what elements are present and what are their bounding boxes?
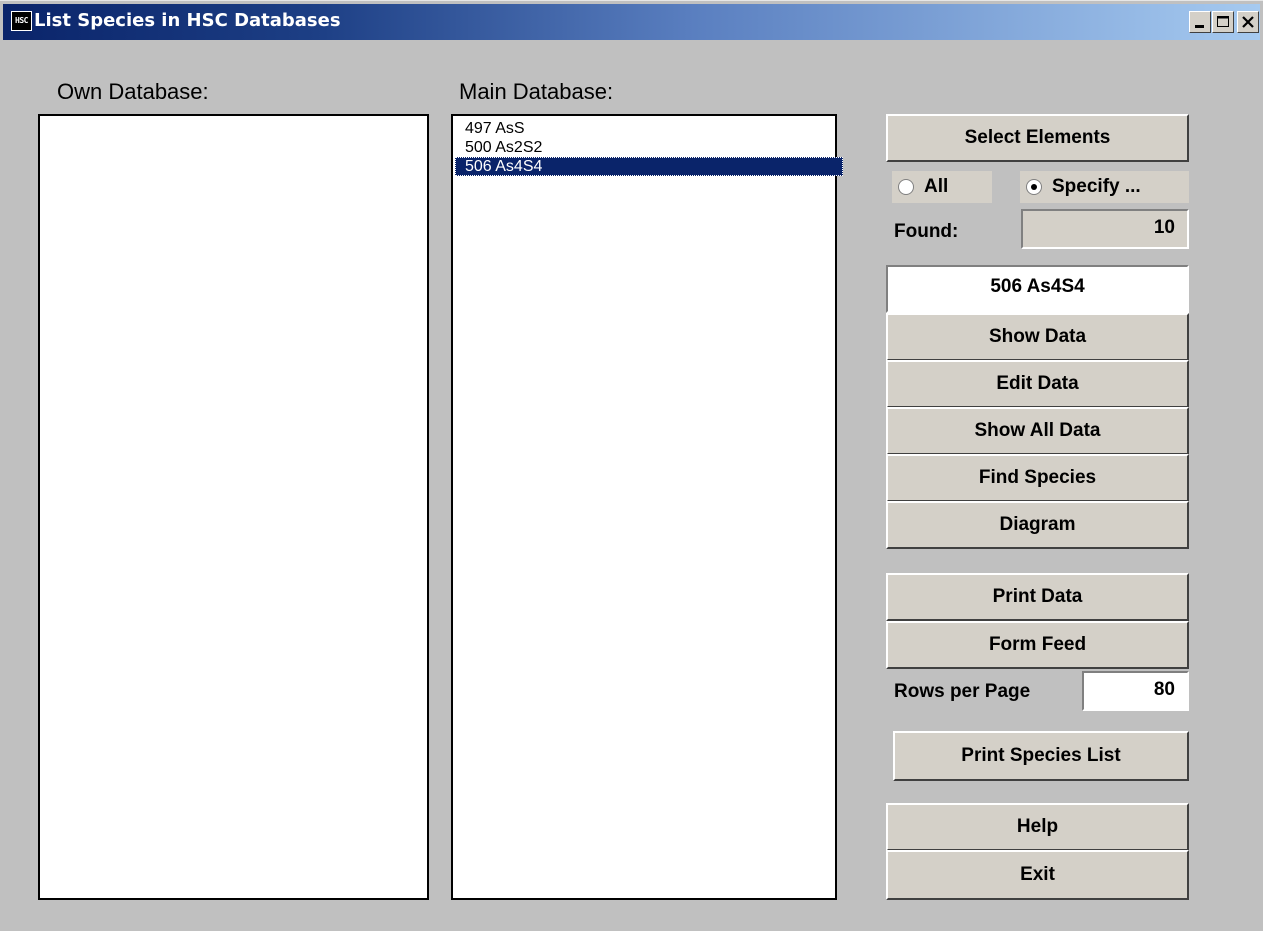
diagram-button[interactable]: Diagram [886, 501, 1189, 549]
specify-radio-label: Specify ... [1052, 176, 1141, 197]
main-database-label: Main Database: [459, 79, 614, 104]
form-feed-button[interactable]: Form Feed [886, 621, 1189, 669]
edit-data-button[interactable]: Edit Data [886, 360, 1189, 408]
find-species-button[interactable]: Find Species [886, 454, 1189, 502]
selected-species-field[interactable]: 506 As4S4 [886, 265, 1189, 313]
hsc-app-icon: HSC [11, 11, 32, 31]
specify-radio-option[interactable]: Specify ... [1020, 171, 1189, 203]
main-database-list[interactable]: 497 AsS 500 As2S2 506 As4S4 [451, 114, 843, 900]
all-radio-label: All [924, 176, 949, 197]
list-item[interactable]: 497 AsS [455, 119, 843, 138]
select-elements-button[interactable]: Select Elements [886, 114, 1189, 162]
help-button[interactable]: Help [886, 803, 1189, 851]
exit-button[interactable]: Exit [886, 850, 1189, 900]
list-item-selected[interactable]: 506 As4S4 [455, 157, 843, 176]
window-title: List Species in HSC Databases [34, 10, 341, 31]
all-radio-button[interactable] [898, 179, 914, 195]
close-icon [1242, 16, 1254, 28]
show-data-button[interactable]: Show Data [886, 313, 1189, 361]
maximize-button[interactable] [1212, 11, 1234, 33]
rows-per-page-input[interactable]: 80 [1082, 671, 1189, 711]
list-item[interactable]: 500 As2S2 [455, 138, 843, 157]
minimize-button[interactable] [1189, 11, 1211, 33]
found-count: 10 [1021, 209, 1189, 249]
show-all-data-button[interactable]: Show All Data [886, 407, 1189, 455]
main-window: HSC List Species in HSC Databases Own Da… [0, 0, 1263, 931]
own-database-label: Own Database: [57, 79, 209, 104]
all-radio-option[interactable]: All [892, 171, 992, 203]
close-button[interactable] [1237, 11, 1259, 33]
print-species-list-button[interactable]: Print Species List [893, 731, 1189, 781]
minimize-icon [1195, 25, 1204, 28]
rows-per-page-label: Rows per Page [894, 681, 1031, 702]
specify-radio-button[interactable] [1026, 179, 1042, 195]
own-database-list[interactable] [38, 114, 429, 900]
print-data-button[interactable]: Print Data [886, 573, 1189, 621]
title-bar[interactable]: HSC List Species in HSC Databases [3, 4, 1260, 40]
found-label: Found: [894, 221, 959, 242]
maximize-icon [1217, 16, 1229, 27]
